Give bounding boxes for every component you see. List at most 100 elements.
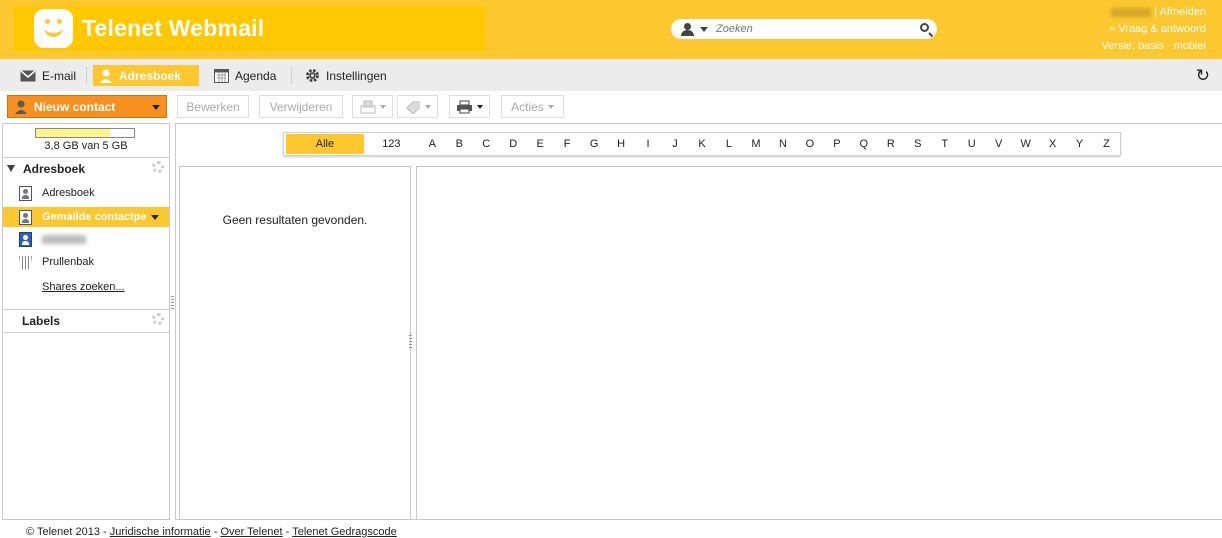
shared-contact-icon [19,231,32,247]
label-button[interactable] [397,95,438,118]
chevron-down-icon[interactable] [379,104,386,109]
filter-letter-s[interactable]: S [904,138,931,150]
contact-card-icon [19,209,32,225]
filter-letter-n[interactable]: N [769,138,796,150]
username-redacted [1111,7,1152,17]
separator: | [1154,6,1158,18]
filter-letter-d[interactable]: D [500,138,527,150]
tab-bar: E-mail Adresboek Agenda Instellingen ↻ [0,59,1222,91]
contact-card-icon [19,185,32,201]
brand-banner[interactable]: Telenet Webmail [14,6,485,51]
search-icon[interactable] [920,23,929,32]
edit-button[interactable]: Bewerken [177,95,249,118]
gear-icon[interactable] [152,313,164,325]
new-contact-button[interactable]: Nieuw contact [7,95,167,118]
list-resize-handle[interactable] [409,335,412,349]
filter-letter-c[interactable]: C [473,138,500,150]
move-button[interactable] [352,95,393,118]
find-shares-link[interactable]: Shares zoeken... [3,277,169,297]
find-shares-label[interactable]: Shares zoeken... [42,281,125,293]
chevron-down-icon[interactable] [152,105,160,110]
help-link[interactable]: » Vraag & antwoord [1109,23,1206,35]
collapse-triangle-icon[interactable] [7,165,15,172]
telenet-logo-icon [34,9,73,48]
sidebar-resize-handle[interactable] [171,296,174,310]
tag-icon [405,101,419,114]
sidebar-item-label: Gemailde contactpe [42,211,147,223]
gear-icon [306,69,319,82]
footer-sep: - [213,526,218,538]
code-of-conduct-link[interactable]: Telenet Gedragscode [292,526,397,538]
filter-letter-m[interactable]: M [742,138,769,150]
actions-button[interactable]: Acties [501,95,564,118]
brand-name: Telenet Webmail [82,15,265,41]
contact-search-icon[interactable] [681,22,694,36]
filter-letter-a[interactable]: A [419,138,446,150]
about-link[interactable]: Over Telenet [220,526,282,538]
version-link[interactable]: Versie: basis - mobiel [1101,40,1206,52]
search-box[interactable] [671,19,937,39]
chevron-down-icon[interactable] [424,104,431,109]
filter-letter-q[interactable]: Q [850,138,877,150]
logout-link[interactable]: Afmelden [1160,6,1206,18]
refresh-icon[interactable]: ↻ [1196,66,1210,86]
printer-icon [457,100,472,113]
filter-letter-z[interactable]: Z [1093,138,1120,150]
filter-numbers[interactable]: 123 [364,138,419,150]
alphabet-filter: Alle 123 A B C D E F G H I J K L M N O P… [283,132,1121,156]
tab-label: Instellingen [326,68,387,83]
quota-label: 3,8 GB van 5 GB [44,140,128,152]
filter-letter-k[interactable]: K [689,138,716,150]
filter-letter-e[interactable]: E [527,138,554,150]
filter-letter-t[interactable]: T [931,138,958,150]
filter-letter-v[interactable]: V [985,138,1012,150]
tab-addressbook[interactable]: Adresboek [93,65,199,86]
gear-icon[interactable] [152,161,164,173]
calendar-icon [214,68,229,83]
labels-section-header[interactable]: Labels [3,309,169,331]
chevron-down-icon[interactable] [700,26,708,32]
filter-letter-x[interactable]: X [1039,138,1066,150]
filter-letter-l[interactable]: L [716,138,743,150]
actions-label: Acties [511,99,544,114]
search-input[interactable] [716,23,906,35]
sidebar-item-addressbook[interactable]: Adresboek [3,183,169,203]
tab-email[interactable]: E-mail [14,65,82,86]
filter-all[interactable]: Alle [286,134,364,154]
chevron-down-icon[interactable] [477,104,483,109]
print-button[interactable] [449,95,490,118]
filter-letter-r[interactable]: R [877,138,904,150]
redacted-label [42,234,86,244]
footer-sep: - [285,526,290,538]
sidebar-item-shared[interactable] [3,229,169,249]
tab-label: E-mail [42,68,77,83]
filter-letter-y[interactable]: Y [1066,138,1093,150]
chevron-down-icon[interactable] [547,104,554,109]
filter-letter-i[interactable]: I [635,138,662,150]
filter-letter-g[interactable]: G [581,138,608,150]
footer-sep: - [103,526,107,538]
sidebar-item-trash[interactable]: Prullenbak [3,252,169,272]
filter-letter-p[interactable]: P [823,138,850,150]
tab-settings[interactable]: Instellingen [299,65,393,86]
filter-letter-f[interactable]: F [554,138,581,150]
sidebar: 3,8 GB van 5 GB Adresboek Adresboek Gema… [2,123,170,520]
tab-divider [291,67,292,84]
filter-letter-u[interactable]: U [958,138,985,150]
chevron-down-icon[interactable] [151,215,159,220]
filter-letter-w[interactable]: W [1012,138,1039,150]
person-icon [100,69,112,83]
legal-link[interactable]: Juridische informatie [110,526,211,538]
sidebar-item-label: Prullenbak [42,256,94,268]
filter-letter-h[interactable]: H [608,138,635,150]
person-icon [15,100,27,114]
filter-letter-o[interactable]: O [796,138,823,150]
sidebar-item-emailed-contacts[interactable]: Gemailde contactpe [3,207,169,227]
delete-button[interactable]: Verwijderen [259,95,343,118]
move-contact-icon [360,100,375,113]
tab-agenda[interactable]: Agenda [208,65,282,86]
addressbook-section-header[interactable]: Adresboek [3,157,169,179]
edit-label: Bewerken [186,99,240,114]
filter-letter-b[interactable]: B [446,138,473,150]
filter-letter-j[interactable]: J [662,138,689,150]
